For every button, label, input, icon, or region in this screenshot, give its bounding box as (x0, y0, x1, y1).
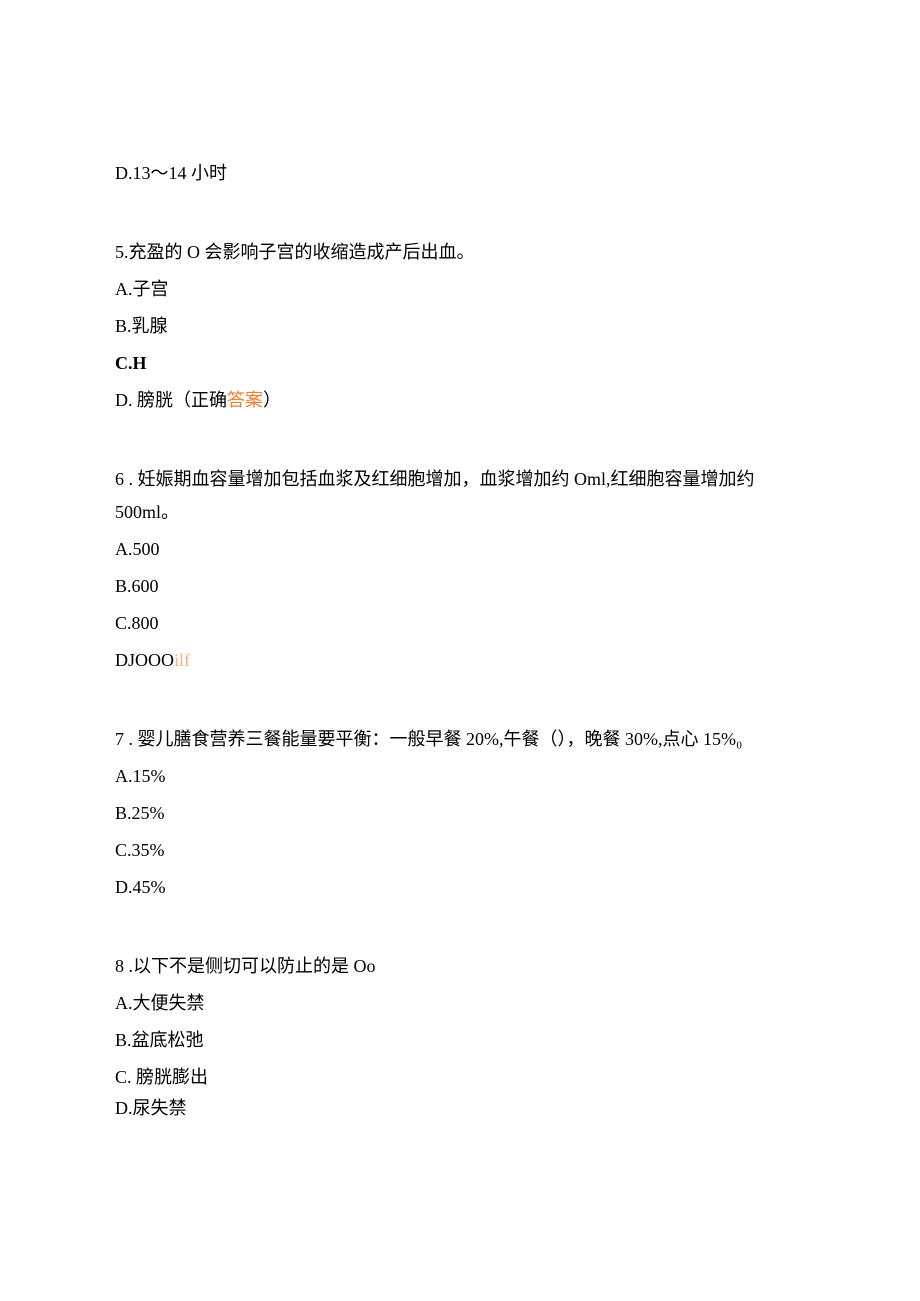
q8-option-a: A.大便失禁 (115, 990, 805, 1017)
q5-stem: 5.充盈的 O 会影响子宫的收缩造成产后出血。 (115, 239, 805, 266)
q5-option-a: A.子宫 (115, 276, 805, 303)
q7-stem: 7 . 婴儿膳食营养三餐能量要平衡：一般早餐 20%,午餐（），晚餐 30%,点… (115, 726, 805, 753)
q7-option-d: D.45% (115, 874, 805, 901)
q8-option-b: B.盆底松弛 (115, 1027, 805, 1054)
q6-stem-line2: 500ml。 (115, 499, 805, 526)
question-8: 8 .以下不是侧切可以防止的是 Oo A.大便失禁 B.盆底松弛 C. 膀胱膨出… (115, 953, 805, 1122)
q6-option-a: A.500 (115, 536, 805, 563)
q7-option-c: C.35% (115, 837, 805, 864)
q8-stem: 8 .以下不是侧切可以防止的是 Oo (115, 953, 805, 980)
question-6: 6 . 妊娠期血容量增加包括血浆及红细胞增加，血浆增加约 Oml,红细胞容量增加… (115, 466, 805, 674)
q6-option-c: C.800 (115, 610, 805, 637)
q8-option-c: C. 膀胱膨出 (115, 1064, 805, 1091)
q5-option-d-answer: 答案 (227, 390, 263, 410)
q6-option-d-answer: ilf (174, 650, 190, 670)
q5-option-d: D. 膀胱（正确答案） (115, 387, 805, 414)
q6-option-d: DJOOOilf (115, 647, 805, 674)
q5-option-b: B.乳腺 (115, 313, 805, 340)
question-5: 5.充盈的 O 会影响子宫的收缩造成产后出血。 A.子宫 B.乳腺 C.H D.… (115, 239, 805, 414)
question-4-partial: D.13～14 小时 (115, 160, 805, 187)
q5-option-d-prefix: D. 膀胱（正确 (115, 390, 227, 410)
q7-option-b: B.25% (115, 800, 805, 827)
q4-option-d: D.13～14 小时 (115, 160, 805, 187)
q6-option-b: B.600 (115, 573, 805, 600)
q6-stem-line1: 6 . 妊娠期血容量增加包括血浆及红细胞增加，血浆增加约 Oml,红细胞容量增加… (115, 466, 805, 493)
document-page: D.13～14 小时 5.充盈的 O 会影响子宫的收缩造成产后出血。 A.子宫 … (0, 0, 920, 1301)
q7-option-a: A.15% (115, 763, 805, 790)
q5-option-c: C.H (115, 350, 805, 377)
question-7: 7 . 婴儿膳食营养三餐能量要平衡：一般早餐 20%,午餐（），晚餐 30%,点… (115, 726, 805, 901)
q8-option-d: D.尿失禁 (115, 1095, 805, 1122)
q5-option-d-suffix: ） (263, 390, 281, 410)
q6-option-d-prefix: DJOOO (115, 650, 174, 670)
